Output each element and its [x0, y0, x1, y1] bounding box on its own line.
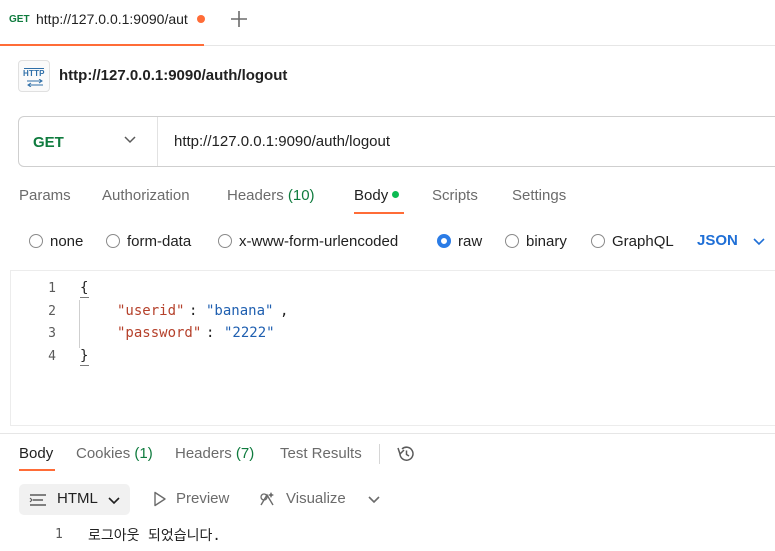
language-select[interactable]: JSON: [697, 232, 738, 249]
active-tab-underline: [354, 212, 404, 214]
http-icon-label: HTTP: [23, 69, 45, 78]
body-indicator-dot: [392, 191, 400, 198]
radio-x-www-form-urlencoded[interactable]: x-www-form-urlencoded: [218, 232, 428, 252]
radio-graphql-label: GraphQL: [612, 233, 674, 250]
radio-form-data-label: form-data: [127, 233, 192, 250]
line-number: 3: [48, 326, 56, 341]
response-format-select[interactable]: HTML: [19, 484, 130, 515]
tab-headers[interactable]: Headers (10): [227, 187, 315, 204]
tab-params[interactable]: Params: [19, 187, 71, 204]
line-number: 1: [48, 281, 56, 296]
tab-method-label: GET: [9, 14, 30, 25]
json-key-userid: "userid": [117, 303, 185, 319]
tab-headers-count: (10): [287, 187, 315, 204]
chevron-down-icon: [108, 497, 120, 505]
json-comma: ,: [280, 303, 289, 319]
history-icon[interactable]: [396, 444, 416, 464]
line-number: 4: [48, 349, 56, 364]
radio-form-data[interactable]: form-data: [106, 232, 211, 252]
radio-circle: [505, 234, 519, 248]
radio-circle: [591, 234, 605, 248]
json-value-password: "2222": [224, 325, 275, 341]
radio-binary-label: binary: [526, 233, 567, 250]
response-tab-body[interactable]: Body: [19, 445, 53, 462]
radio-circle-selected: [437, 234, 451, 248]
radio-circle: [218, 234, 232, 248]
line-number: 2: [48, 304, 56, 319]
radio-circle: [106, 234, 120, 248]
http-icon: HTTP: [18, 60, 50, 92]
chevron-down-icon: [124, 136, 136, 144]
close-brace: }: [80, 348, 89, 364]
radio-raw[interactable]: raw: [437, 232, 492, 252]
chevron-down-icon[interactable]: [752, 234, 766, 248]
plus-icon[interactable]: [229, 6, 249, 32]
active-response-tab-underline: [19, 469, 55, 471]
chevron-down-icon[interactable]: [367, 492, 381, 506]
method-select[interactable]: GET: [19, 117, 158, 166]
visualize-icon: [260, 492, 274, 506]
response-tab-headers[interactable]: Headers (7): [175, 445, 254, 462]
brace-match-underline: [80, 297, 89, 298]
response-format-label: HTML: [57, 490, 98, 507]
visualize-button[interactable]: Visualize: [286, 490, 346, 507]
tab-body-label: Body: [354, 187, 389, 204]
response-body-text: 로그아웃 되었습니다.: [88, 528, 221, 544]
radio-binary[interactable]: binary: [505, 232, 580, 252]
response-divider: [0, 433, 775, 434]
brace-match-underline: [80, 365, 89, 366]
method-label: GET: [33, 134, 64, 151]
json-key-password: "password": [117, 325, 202, 341]
indent-guide: [79, 300, 80, 348]
divider: [379, 444, 380, 464]
radio-none[interactable]: none: [29, 232, 99, 252]
url-bar: GET http://127.0.0.1:9090/auth/logout: [18, 116, 775, 167]
response-tab-test-results[interactable]: Test Results: [280, 445, 362, 462]
unsaved-dot-icon: [197, 15, 205, 23]
radio-none-label: none: [50, 233, 84, 250]
tab-settings[interactable]: Settings: [512, 187, 566, 204]
response-tab-cookies-count: (1): [134, 445, 153, 462]
tab-authorization[interactable]: Authorization: [102, 187, 190, 204]
tab-scripts[interactable]: Scripts: [432, 187, 478, 204]
open-brace: {: [80, 280, 89, 296]
tab-bar: GET http://127.0.0.1:9090/aut: [0, 0, 775, 46]
tab-headers-label: Headers: [227, 187, 284, 204]
body-editor[interactable]: [10, 270, 775, 426]
url-input[interactable]: http://127.0.0.1:9090/auth/logout: [174, 133, 390, 150]
wrap-lines-icon: [29, 494, 46, 506]
radio-urlencoded-label: x-www-form-urlencoded: [239, 233, 399, 250]
json-value-userid: "banana": [206, 303, 274, 319]
preview-button[interactable]: Preview: [176, 490, 229, 507]
response-tab-cookies[interactable]: Cookies (1): [76, 445, 153, 462]
response-tab-headers-label: Headers: [175, 445, 232, 462]
json-colon: :: [206, 325, 215, 341]
tab-body[interactable]: Body: [354, 187, 400, 204]
tab-url-label: http://127.0.0.1:9090/aut: [36, 11, 188, 27]
request-title[interactable]: http://127.0.0.1:9090/auth/logout: [59, 67, 287, 84]
request-tab[interactable]: GET http://127.0.0.1:9090/aut: [0, 0, 205, 46]
response-tab-cookies-label: Cookies: [76, 445, 131, 462]
radio-raw-label: raw: [458, 233, 483, 250]
radio-graphql[interactable]: GraphQL: [591, 232, 681, 252]
play-icon: [154, 491, 166, 507]
response-line-number: 1: [55, 527, 63, 542]
json-colon: :: [189, 303, 198, 319]
radio-circle: [29, 234, 43, 248]
response-tab-headers-count: (7): [235, 445, 255, 462]
